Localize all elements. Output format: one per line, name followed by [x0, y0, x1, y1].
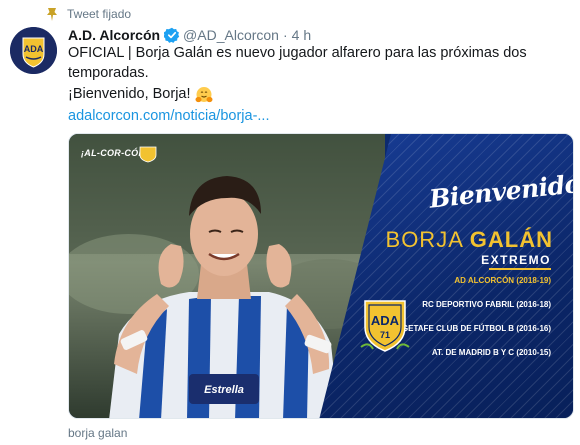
svg-text:Estrella: Estrella — [204, 384, 244, 396]
career-years: (2016-18) — [516, 300, 551, 309]
career-item: GETAFE CLUB DE FÚTBOL B (2016-16) — [402, 323, 551, 347]
crest-text: ADA — [371, 313, 400, 328]
career-history: AD ALCORCÓN (2018-19) RC DEPORTIVO FABRI… — [402, 275, 551, 371]
club-crest-avatar-icon: ADA — [10, 27, 57, 74]
separator-dot: · — [282, 27, 288, 43]
crest-year: 71 — [380, 330, 390, 340]
avatar[interactable]: ADA — [10, 27, 57, 74]
career-item: AD ALCORCÓN (2018-19) — [402, 275, 551, 299]
hugging-face-emoji-icon — [195, 86, 213, 102]
player-name: BORJA GALÁN — [386, 227, 553, 253]
career-club: RC DEPORTIVO FABRIL — [422, 300, 515, 309]
verified-badge-icon — [164, 27, 180, 43]
pin-icon — [47, 8, 57, 21]
image-caption: borja galan — [68, 426, 128, 440]
position-divider — [489, 268, 551, 270]
handle[interactable]: @AD_Alcorcon — [183, 27, 279, 43]
tweet-line-2: temporadas. — [68, 64, 149, 81]
career-item: RC DEPORTIVO FABRIL (2016-18) — [402, 299, 551, 323]
timestamp[interactable]: 4 h — [292, 27, 311, 43]
club-crest-icon: ADA 71 — [360, 300, 410, 352]
career-years: (2016-16) — [516, 324, 551, 333]
career-club: GETAFE CLUB DE FÚTBOL B — [401, 324, 515, 333]
player-surname: GALÁN — [469, 227, 553, 252]
career-item: AT. DE MADRID B Y C (2010-15) — [402, 347, 551, 371]
tweet-line-3: ¡Bienvenido, Borja! — [68, 85, 568, 105]
display-name[interactable]: A.D. Alcorcón — [68, 27, 160, 43]
pinned-label: Tweet fijado — [67, 7, 132, 21]
pinned-indicator: Tweet fijado — [44, 6, 131, 22]
tweet-line-3-text: ¡Bienvenido, Borja! — [68, 86, 191, 102]
tweet-text: OFICIAL | Borja Galán es nuevo jugador a… — [68, 44, 568, 126]
career-years: (2010-15) — [516, 348, 551, 357]
tweet-link[interactable]: adalcorcon.com/noticia/borja-... — [68, 107, 568, 127]
player-first-name: BORJA — [385, 227, 463, 252]
club-mini-crest-icon — [139, 146, 157, 163]
tweet-media-image[interactable]: Estrella ¡AL-COR-CÓN! Bienvenido BORJA G… — [68, 133, 574, 419]
career-club: AT. DE MADRID B Y C — [431, 348, 515, 357]
svg-text:ADA: ADA — [24, 44, 44, 54]
tweet-header: A.D. Alcorcón @AD_Alcorcon · 4 h — [68, 25, 311, 45]
tweet-line-1: OFICIAL | Borja Galán es nuevo jugador a… — [68, 45, 527, 61]
career-years: (2018-19) — [516, 276, 551, 285]
career-club: AD ALCORCÓN — [454, 276, 515, 285]
player-position: EXTREMO — [481, 253, 551, 267]
